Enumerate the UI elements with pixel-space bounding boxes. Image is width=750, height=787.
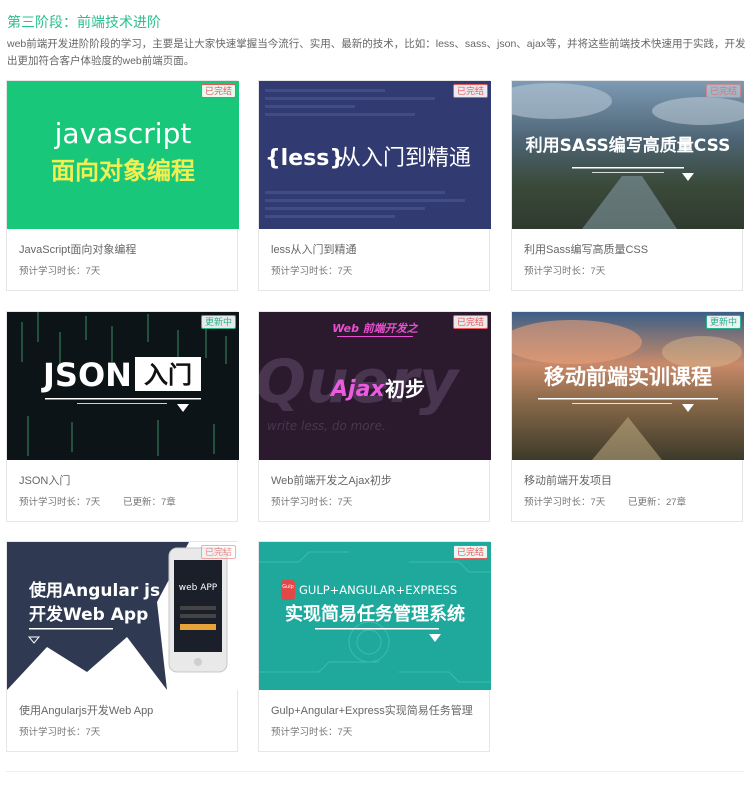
chapters-updated: 已更新：27章 (628, 497, 687, 508)
status-badge: 已完结 (452, 315, 488, 329)
thumb-text: 使用Angular js (28, 580, 160, 601)
thumb-text: 初步 (385, 377, 425, 401)
course-card-less[interactable]: {less} 从入门到精通 已完结 less从入门到精通 预计学习时长：7天 (258, 80, 491, 291)
course-duration: 预计学习时长：7天 (271, 266, 353, 277)
thumb-text: Web 前端开发之 (332, 322, 419, 335)
chapters-updated: 已更新：7章 (123, 497, 176, 508)
course-thumbnail[interactable]: web APP 使用Angular js 开发Web App 已完结 (7, 542, 239, 690)
thumb-text: 面向对象编程 (51, 157, 195, 185)
course-thumbnail[interactable]: JSON 入门 更新中 (7, 312, 239, 460)
status-badge: 更新中 (200, 315, 236, 329)
course-duration: 预计学习时长：7天 (271, 497, 353, 508)
status-badge: 已完结 (200, 84, 236, 98)
gulp-logo-icon (281, 580, 295, 600)
course-card-javascript[interactable]: javascript 面向对象编程 已完结 JavaScript面向对象编程 预… (6, 80, 239, 291)
course-thumbnail[interactable]: Query write less, do more. Web 前端开发之 Aja… (259, 312, 491, 460)
course-duration: 预计学习时长：7天 (19, 266, 101, 277)
course-duration: 预计学习时长：7天 (271, 727, 353, 738)
course-title[interactable]: 移动前端开发项目 (524, 472, 612, 488)
less-logo: {less} (265, 146, 345, 171)
stage-description: web前端开发进阶阶段的学习，主要是让大家快速掌握当今流行、实用、最新的技术，比… (7, 38, 746, 67)
thumb-text: Ajax (329, 377, 385, 402)
course-title[interactable]: JavaScript面向对象编程 (19, 241, 136, 257)
status-badge: 已完结 (200, 545, 236, 559)
course-duration: 预计学习时长：7天 (524, 497, 606, 508)
course-thumbnail[interactable]: 利用SASS编写高质量CSS 已完结 (512, 81, 744, 229)
course-card-angular[interactable]: web APP 使用Angular js 开发Web App 已完结 使用Ang… (6, 541, 239, 752)
course-duration: 预计学习时长：7天 (19, 497, 101, 508)
course-thumbnail[interactable]: javascript 面向对象编程 已完结 (7, 81, 239, 229)
course-card-gulp[interactable]: Gulp GULP+ANGULAR+EXPRESS 实现简易任务管理系统 已完结… (258, 541, 491, 752)
status-badge: 已完结 (452, 84, 488, 98)
thumb-text: javascript (54, 117, 192, 150)
status-badge: 已完结 (705, 84, 741, 98)
course-card-sass[interactable]: 利用SASS编写高质量CSS 已完结 利用Sass编写高质量CSS 预计学习时长… (511, 80, 744, 291)
course-title[interactable]: less从入门到精通 (271, 241, 357, 257)
thumb-text: 实现简易任务管理系统 (285, 603, 465, 625)
course-title[interactable]: 使用Angularjs开发Web App (19, 702, 153, 718)
status-badge: 已完结 (452, 545, 488, 559)
course-thumbnail[interactable]: Gulp GULP+ANGULAR+EXPRESS 实现简易任务管理系统 已完结 (259, 542, 491, 690)
course-title[interactable]: 利用Sass编写高质量CSS (524, 241, 648, 257)
course-duration: 预计学习时长：7天 (524, 266, 606, 277)
jquery-tagline: write less, do more. (267, 419, 386, 433)
course-title[interactable]: JSON入门 (19, 472, 70, 488)
thumb-text: GULP+ANGULAR+EXPRESS (299, 583, 457, 597)
status-badge: 更新中 (705, 315, 741, 329)
thumb-text: JSON (41, 356, 132, 394)
course-duration: 预计学习时长：7天 (19, 727, 101, 738)
section-divider (6, 771, 744, 772)
course-thumbnail[interactable]: {less} 从入门到精通 已完结 (259, 81, 491, 229)
thumb-text: 移动前端实训课程 (544, 365, 712, 389)
stage-title: 第三阶段：前端技术进阶 (7, 14, 161, 30)
thumb-text: 开发Web App (29, 604, 148, 625)
course-title[interactable]: Web前端开发之Ajax初步 (271, 472, 392, 488)
thumb-text: 从入门到精通 (339, 146, 471, 171)
course-card-json[interactable]: JSON 入门 更新中 JSON入门 预计学习时长：7天 已更新：7章 (6, 311, 239, 522)
thumb-text: 入门 (144, 361, 192, 389)
course-title[interactable]: Gulp+Angular+Express实现简易任务管理 (271, 702, 473, 718)
phone-screen-text: web APP (179, 583, 218, 593)
thumb-text: 利用SASS编写高质量CSS (526, 135, 731, 156)
gulp-logo-text: Gulp (282, 584, 294, 590)
course-card-mobile[interactable]: 移动前端实训课程 更新中 移动前端开发项目 预计学习时长：7天 已更新：27章 (511, 311, 744, 522)
course-card-ajax[interactable]: Query write less, do more. Web 前端开发之 Aja… (258, 311, 491, 522)
course-thumbnail[interactable]: 移动前端实训课程 更新中 (512, 312, 744, 460)
